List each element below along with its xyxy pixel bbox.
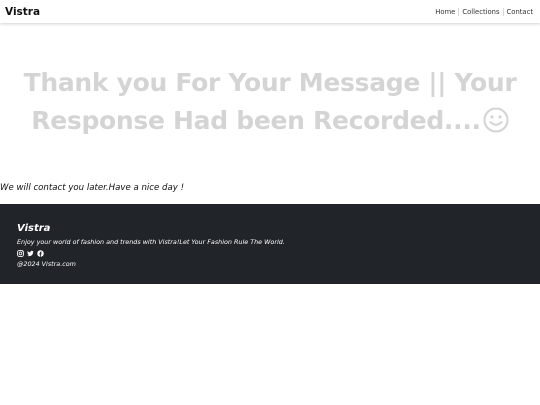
footer-brand: Vistra <box>17 223 51 234</box>
twitter-icon[interactable] <box>27 250 34 257</box>
nav-links: Home Collections Contact <box>432 7 536 16</box>
instagram-icon[interactable] <box>17 250 24 257</box>
footer-copyright: @2024 Vistra.com <box>17 260 76 268</box>
nav-link-contact[interactable]: Contact <box>504 8 536 16</box>
followup-message: We will contact you later.Have a nice da… <box>0 183 185 193</box>
heading-line-1: Thank you For Your Message || Your <box>23 68 517 97</box>
thank-you-heading: Thank you For Your Message || Your Respo… <box>0 64 540 144</box>
smiley-icon <box>483 106 509 144</box>
footer-tagline: Enjoy your world of fashion and trends w… <box>17 238 285 246</box>
site-footer: Vistra Enjoy your world of fashion and t… <box>0 204 540 284</box>
top-navbar: Vistra Home Collections Contact <box>0 0 540 23</box>
brand-logo-link[interactable]: Vistra <box>5 6 40 18</box>
nav-link-collections[interactable]: Collections <box>459 8 502 16</box>
thank-you-hero: Thank you For Your Message || Your Respo… <box>0 64 540 144</box>
social-links <box>17 249 523 258</box>
nav-link-home[interactable]: Home <box>432 8 458 16</box>
facebook-icon[interactable] <box>37 250 44 257</box>
heading-line-2: Response Had been Recorded.... <box>31 106 481 135</box>
